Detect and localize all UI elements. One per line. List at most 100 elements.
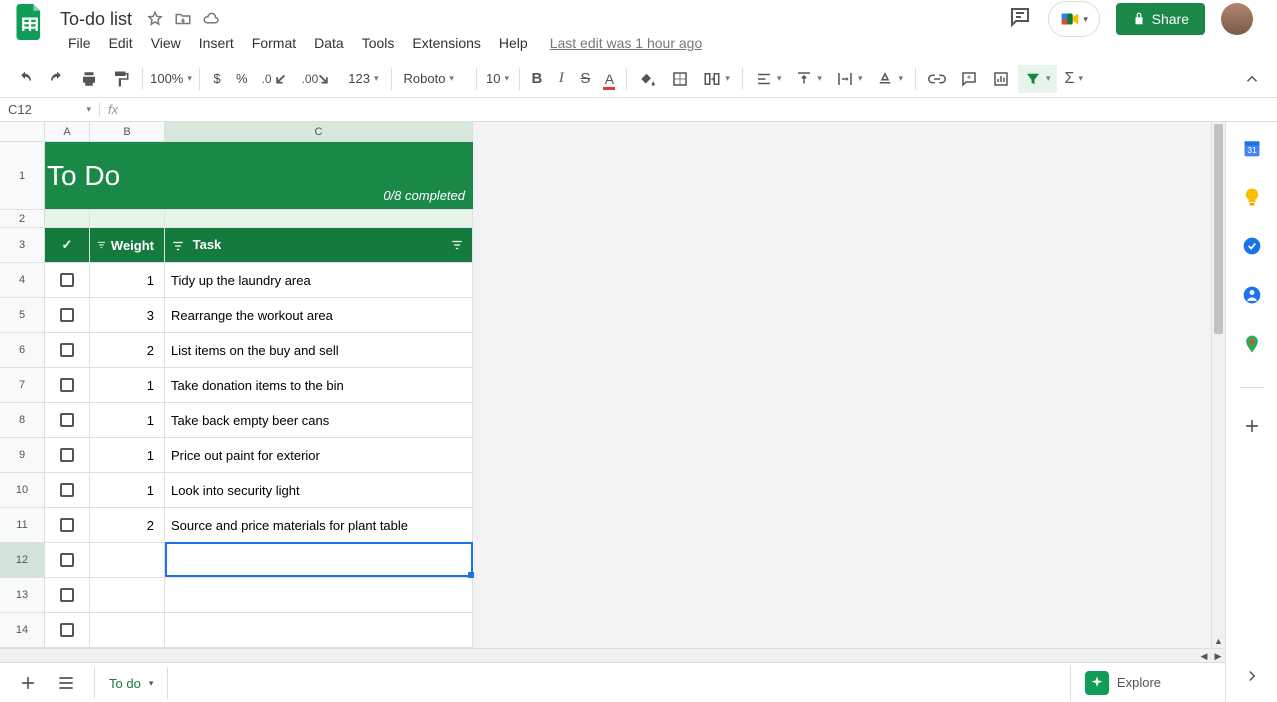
account-avatar[interactable] (1221, 3, 1253, 35)
contacts-icon[interactable] (1242, 285, 1262, 310)
cell-task[interactable]: Take donation items to the bin (165, 368, 473, 402)
cell-task[interactable] (165, 543, 473, 577)
row-header[interactable]: 8 (0, 403, 45, 437)
col-header-A[interactable]: A (45, 122, 90, 141)
doc-title[interactable]: To-do list (56, 7, 136, 32)
last-edit-link[interactable]: Last edit was 1 hour ago (550, 35, 703, 51)
calendar-icon[interactable]: 31 (1242, 138, 1262, 163)
sheet-tab-active[interactable]: To do ▾ (94, 666, 168, 699)
select-all-corner[interactable] (0, 122, 45, 141)
menu-extensions[interactable]: Extensions (404, 32, 488, 54)
all-sheets-button[interactable] (50, 667, 82, 699)
cell-task[interactable]: Source and price materials for plant tab… (165, 508, 473, 542)
menu-help[interactable]: Help (491, 32, 536, 54)
cell-task[interactable] (165, 613, 473, 647)
font-size-dropdown[interactable]: 10 (483, 65, 513, 93)
cell-checkbox[interactable] (45, 473, 90, 507)
row-header[interactable]: 14 (0, 613, 45, 647)
cell-weight[interactable]: 1 (90, 368, 165, 402)
name-box[interactable]: C12 ▾ (0, 102, 100, 117)
filter-button[interactable] (1018, 65, 1057, 93)
zoom-dropdown[interactable]: 100% (149, 65, 193, 93)
cell-checkbox[interactable] (45, 578, 90, 612)
cell-task[interactable]: List items on the buy and sell (165, 333, 473, 367)
strikethrough-button[interactable]: S (574, 65, 596, 93)
cloud-status-icon[interactable] (202, 10, 220, 28)
row-header[interactable]: 13 (0, 578, 45, 612)
cell-weight[interactable]: 2 (90, 333, 165, 367)
merge-cells-dropdown[interactable] (697, 65, 736, 93)
insert-chart-button[interactable] (986, 65, 1016, 93)
insert-link-button[interactable] (922, 65, 952, 93)
hide-side-panel-button[interactable] (1243, 667, 1261, 690)
row-header[interactable]: 4 (0, 263, 45, 297)
cell-checkbox[interactable] (45, 543, 90, 577)
cell-checkbox[interactable] (45, 298, 90, 332)
header-check[interactable]: ✓ (45, 228, 90, 262)
vertical-scrollbar[interactable]: ▲ ▼ (1211, 122, 1225, 662)
keep-icon[interactable] (1242, 187, 1262, 212)
cell-checkbox[interactable] (45, 263, 90, 297)
tasks-icon[interactable] (1242, 236, 1262, 261)
cell-weight[interactable]: 1 (90, 438, 165, 472)
cell-checkbox[interactable] (45, 438, 90, 472)
menu-view[interactable]: View (143, 32, 189, 54)
col-header-C[interactable]: C (165, 122, 473, 141)
row-header-1[interactable]: 1 (0, 142, 45, 209)
format-percent-button[interactable]: % (230, 65, 254, 93)
horizontal-align-dropdown[interactable] (749, 65, 788, 93)
redo-button[interactable] (42, 65, 72, 93)
row-header[interactable]: 12 (0, 543, 45, 577)
insert-comment-button[interactable] (954, 65, 984, 93)
filter-icon[interactable] (450, 238, 464, 252)
text-wrap-dropdown[interactable] (830, 65, 869, 93)
cell-weight[interactable]: 3 (90, 298, 165, 332)
cell-task[interactable]: Rearrange the workout area (165, 298, 473, 332)
cell-task[interactable] (165, 578, 473, 612)
header-weight[interactable]: Weight (90, 228, 165, 262)
cell-checkbox[interactable] (45, 333, 90, 367)
comment-history-icon[interactable] (1008, 5, 1032, 34)
star-icon[interactable] (146, 10, 164, 28)
cell-task[interactable]: Price out paint for exterior (165, 438, 473, 472)
cell-weight[interactable] (90, 613, 165, 647)
italic-button[interactable]: I (550, 65, 572, 93)
get-addons-button[interactable] (1242, 416, 1262, 441)
vertical-align-dropdown[interactable] (789, 65, 828, 93)
menu-insert[interactable]: Insert (191, 32, 242, 54)
row-header[interactable]: 10 (0, 473, 45, 507)
row-header[interactable]: 11 (0, 508, 45, 542)
font-family-dropdown[interactable]: Roboto (398, 65, 470, 93)
menu-tools[interactable]: Tools (354, 32, 403, 54)
cell-weight[interactable]: 1 (90, 403, 165, 437)
cell-checkbox[interactable] (45, 508, 90, 542)
cell-task[interactable]: Take back empty beer cans (165, 403, 473, 437)
move-icon[interactable] (174, 10, 192, 28)
more-formats-dropdown[interactable]: 123 (342, 65, 384, 93)
borders-button[interactable] (665, 65, 695, 93)
cell-weight[interactable]: 1 (90, 473, 165, 507)
formula-bar-input[interactable] (126, 98, 1277, 121)
cell-task[interactable]: Tidy up the laundry area (165, 263, 473, 297)
maps-icon[interactable] (1242, 334, 1262, 359)
cell-weight[interactable]: 1 (90, 263, 165, 297)
cell-task[interactable]: Look into security light (165, 473, 473, 507)
add-sheet-button[interactable] (12, 667, 44, 699)
decrease-decimal-button[interactable]: .0 (256, 65, 294, 93)
row-header-2[interactable]: 2 (0, 210, 45, 227)
cell-weight[interactable] (90, 578, 165, 612)
print-button[interactable] (74, 65, 104, 93)
cell-checkbox[interactable] (45, 403, 90, 437)
row-header-3[interactable]: 3 (0, 228, 45, 262)
filter-icon[interactable] (96, 238, 107, 252)
text-color-button[interactable]: A (598, 65, 620, 93)
cell-checkbox[interactable] (45, 613, 90, 647)
collapse-toolbar-button[interactable] (1237, 65, 1267, 93)
row-header[interactable]: 6 (0, 333, 45, 367)
cell-checkbox[interactable] (45, 368, 90, 402)
row-header[interactable]: 7 (0, 368, 45, 402)
text-rotation-dropdown[interactable] (870, 65, 909, 93)
menu-format[interactable]: Format (244, 32, 304, 54)
increase-decimal-button[interactable]: .00 (296, 65, 341, 93)
col-header-B[interactable]: B (90, 122, 165, 141)
